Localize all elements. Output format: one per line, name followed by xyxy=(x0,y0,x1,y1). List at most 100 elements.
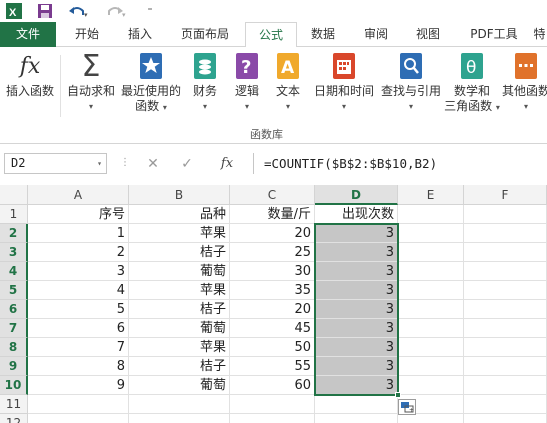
cell-d11[interactable] xyxy=(315,395,398,414)
cell-f7[interactable] xyxy=(464,319,547,338)
cell-b1[interactable]: 品种 xyxy=(129,205,230,224)
cell-e8[interactable] xyxy=(398,338,464,357)
row-header-9[interactable]: 9 xyxy=(0,357,28,376)
cell-d5[interactable]: 3 xyxy=(315,281,398,300)
insert-function-button[interactable]: fx 插入函数 xyxy=(2,51,58,99)
cell-d7[interactable]: 3 xyxy=(315,319,398,338)
cell-a5[interactable]: 4 xyxy=(28,281,129,300)
customize-qat-icon[interactable]: ⁼ xyxy=(144,2,156,20)
column-header-d[interactable]: D xyxy=(315,185,398,205)
name-box-dropdown-icon[interactable]: ▾ xyxy=(97,154,102,173)
more-functions-button[interactable]: 其他函数 ▾ xyxy=(500,51,547,114)
cancel-icon[interactable]: ✕ xyxy=(140,153,166,174)
tab-file[interactable]: 文件 xyxy=(0,22,56,47)
cell-a11[interactable] xyxy=(28,395,129,414)
fill-handle[interactable] xyxy=(395,392,401,398)
cell-d1[interactable]: 出现次数 xyxy=(315,205,398,224)
recently-used-button[interactable]: 最近使用的 函数 ▾ xyxy=(118,51,184,115)
row-header-10[interactable]: 10 xyxy=(0,376,28,395)
cell-f12[interactable] xyxy=(464,414,547,423)
cell-c12[interactable] xyxy=(230,414,315,423)
cell-b10[interactable]: 葡萄 xyxy=(129,376,230,395)
cell-a3[interactable]: 2 xyxy=(28,243,129,262)
cell-e5[interactable] xyxy=(398,281,464,300)
cell-d8[interactable]: 3 xyxy=(315,338,398,357)
cell-d4[interactable]: 3 xyxy=(315,262,398,281)
row-header-8[interactable]: 8 xyxy=(0,338,28,357)
cell-b4[interactable]: 葡萄 xyxy=(129,262,230,281)
cell-a9[interactable]: 8 xyxy=(28,357,129,376)
cell-a8[interactable]: 7 xyxy=(28,338,129,357)
cell-b6[interactable]: 桔子 xyxy=(129,300,230,319)
cell-f5[interactable] xyxy=(464,281,547,300)
tab-formulas[interactable]: 公式 xyxy=(245,22,297,48)
autosum-button[interactable]: Σ 自动求和 ▾ xyxy=(62,51,120,114)
enter-icon[interactable]: ✓ xyxy=(174,153,200,174)
column-header-e[interactable]: E xyxy=(398,185,464,205)
cell-a10[interactable]: 9 xyxy=(28,376,129,395)
cell-c2[interactable]: 20 xyxy=(230,224,315,243)
cell-b9[interactable]: 桔子 xyxy=(129,357,230,376)
cell-e2[interactable] xyxy=(398,224,464,243)
math-trig-button[interactable]: θ 数学和 三角函数 ▾ xyxy=(444,51,500,115)
row-header-5[interactable]: 5 xyxy=(0,281,28,300)
logical-button[interactable]: ? 逻辑 ▾ xyxy=(228,51,266,114)
cell-c6[interactable]: 20 xyxy=(230,300,315,319)
cell-c7[interactable]: 45 xyxy=(230,319,315,338)
tab-view[interactable]: 视图 xyxy=(404,22,452,47)
cell-d9[interactable]: 3 xyxy=(315,357,398,376)
text-button[interactable]: A 文本 ▾ xyxy=(268,51,308,114)
cell-c8[interactable]: 50 xyxy=(230,338,315,357)
cell-d12[interactable] xyxy=(315,414,398,423)
formula-bar-grip-icon[interactable]: ⋮ xyxy=(120,157,130,168)
tab-review[interactable]: 审阅 xyxy=(352,22,400,47)
cell-f2[interactable] xyxy=(464,224,547,243)
column-header-a[interactable]: A xyxy=(28,185,129,205)
row-header-7[interactable]: 7 xyxy=(0,319,28,338)
cell-d6[interactable]: 3 xyxy=(315,300,398,319)
cell-b2[interactable]: 苹果 xyxy=(129,224,230,243)
cell-c4[interactable]: 30 xyxy=(230,262,315,281)
cell-b5[interactable]: 苹果 xyxy=(129,281,230,300)
cell-c11[interactable] xyxy=(230,395,315,414)
cell-f4[interactable] xyxy=(464,262,547,281)
cell-c1[interactable]: 数量/斤 xyxy=(230,205,315,224)
cell-c9[interactable]: 55 xyxy=(230,357,315,376)
insert-function-fx-icon[interactable]: fx xyxy=(214,153,240,174)
financial-button[interactable]: 财务 ▾ xyxy=(186,51,224,114)
cell-a6[interactable]: 5 xyxy=(28,300,129,319)
tab-insert[interactable]: 插入 xyxy=(116,22,164,47)
cell-e3[interactable] xyxy=(398,243,464,262)
cell-f10[interactable] xyxy=(464,376,547,395)
cell-d2[interactable]: 3 xyxy=(315,224,398,243)
tab-pdf-tools[interactable]: PDF工具 xyxy=(458,22,530,47)
cell-e1[interactable] xyxy=(398,205,464,224)
autofill-options-button[interactable]: + xyxy=(398,399,416,415)
row-header-2[interactable]: 2 xyxy=(0,224,28,243)
date-time-button[interactable]: 日期和时间 ▾ xyxy=(310,51,378,114)
row-header-4[interactable]: 4 xyxy=(0,262,28,281)
cell-f11[interactable] xyxy=(464,395,547,414)
cell-d10[interactable]: 3 xyxy=(315,376,398,395)
cell-e6[interactable] xyxy=(398,300,464,319)
cell-b3[interactable]: 桔子 xyxy=(129,243,230,262)
undo-icon[interactable]: ▾ xyxy=(66,2,90,20)
cell-f3[interactable] xyxy=(464,243,547,262)
cell-f1[interactable] xyxy=(464,205,547,224)
cell-c3[interactable]: 25 xyxy=(230,243,315,262)
cell-e10[interactable] xyxy=(398,376,464,395)
cell-f6[interactable] xyxy=(464,300,547,319)
row-header-11[interactable]: 11 xyxy=(0,395,28,414)
row-header-12[interactable]: 12 xyxy=(0,414,28,423)
name-box[interactable]: D2 ▾ xyxy=(4,153,107,174)
cell-a7[interactable]: 6 xyxy=(28,319,129,338)
cell-e4[interactable] xyxy=(398,262,464,281)
cell-c5[interactable]: 35 xyxy=(230,281,315,300)
column-header-c[interactable]: C xyxy=(230,185,315,205)
cell-b8[interactable]: 苹果 xyxy=(129,338,230,357)
row-header-1[interactable]: 1 xyxy=(0,205,28,224)
cell-b12[interactable] xyxy=(129,414,230,423)
column-header-b[interactable]: B xyxy=(129,185,230,205)
cell-e7[interactable] xyxy=(398,319,464,338)
cell-e12[interactable] xyxy=(398,414,464,423)
